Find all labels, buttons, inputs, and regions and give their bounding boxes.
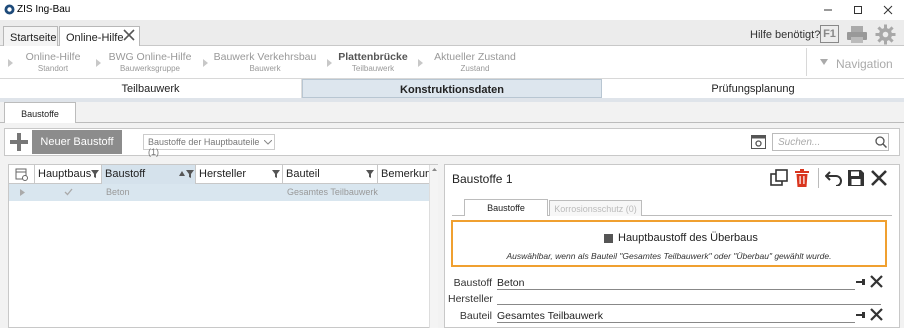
column-label: Hersteller bbox=[199, 168, 247, 180]
column-label: Hauptbaus bbox=[38, 168, 92, 180]
filter-select[interactable]: Baustoffe der Hauptbauteile (1) bbox=[143, 134, 275, 157]
filter-icon[interactable] bbox=[272, 170, 280, 178]
close-tab-icon[interactable] bbox=[123, 29, 135, 41]
clear-icon[interactable] bbox=[870, 275, 883, 288]
breadcrumb-sub: Bauwerksgruppe bbox=[119, 64, 181, 73]
breadcrumb-item-zustand[interactable]: Aktueller Zustand Zustand bbox=[428, 51, 522, 73]
column-header-hersteller[interactable]: Hersteller bbox=[196, 165, 283, 184]
tab-label: Online-Hilfe bbox=[66, 32, 124, 44]
subtab-baustoffe[interactable]: Baustoffe bbox=[4, 102, 76, 123]
hersteller-field[interactable] bbox=[497, 290, 881, 305]
field-label-bauteil: Bauteil bbox=[459, 310, 492, 322]
detail-title: Baustoffe 1 bbox=[452, 172, 513, 186]
print-icon[interactable] bbox=[846, 25, 868, 44]
new-material-button[interactable]: Neuer Baustoff bbox=[32, 130, 122, 154]
breadcrumb-item-standort[interactable]: Online-Hilfe Standort bbox=[18, 51, 88, 73]
breadcrumb-sub: Bauwerk bbox=[249, 64, 281, 73]
unlink-icon[interactable] bbox=[856, 277, 866, 287]
bauteil-field[interactable]: Gesamtes Teilbauwerk bbox=[497, 308, 855, 323]
grid-scrollbar[interactable] bbox=[429, 165, 438, 328]
copy-icon[interactable] bbox=[770, 169, 788, 187]
divider bbox=[0, 122, 904, 123]
baustoff-field[interactable]: Beton bbox=[497, 275, 855, 290]
divider bbox=[806, 48, 807, 76]
detail-tab-baustoffe[interactable]: Baustoffe bbox=[464, 199, 548, 216]
cell-baustoff: Beton bbox=[106, 187, 130, 197]
section-tab-konstruktionsdaten[interactable]: Konstruktionsdaten bbox=[302, 79, 602, 98]
calendar-settings-icon[interactable] bbox=[751, 134, 766, 149]
breadcrumb-arrow-icon bbox=[203, 59, 208, 67]
close-icon[interactable] bbox=[871, 170, 887, 186]
filter-icon[interactable] bbox=[186, 170, 194, 178]
checkbox-hint: Auswählbar, wenn als Bauteil "Gesamtes T… bbox=[506, 251, 832, 261]
checkmark-icon bbox=[64, 188, 73, 196]
unlink-icon[interactable] bbox=[856, 310, 866, 320]
save-icon[interactable] bbox=[848, 170, 864, 186]
breadcrumb-title: Plattenbrücke bbox=[338, 51, 408, 63]
breadcrumb-title: Bauwerk Verkehrsbau bbox=[213, 51, 317, 63]
maximize-button[interactable] bbox=[850, 2, 866, 18]
column-label: Baustoff bbox=[105, 168, 146, 180]
help-text: Hilfe benötigt? bbox=[750, 29, 821, 41]
clear-icon[interactable] bbox=[870, 308, 883, 321]
chevron-down-icon bbox=[264, 140, 272, 145]
breadcrumb-arrow-icon bbox=[418, 59, 423, 67]
section-tab-pruefungsplanung[interactable]: Prüfungsplanung bbox=[602, 79, 904, 98]
breadcrumb-arrow-icon bbox=[8, 59, 13, 67]
f1-help-button[interactable]: F1 bbox=[820, 25, 839, 43]
f1-label: F1 bbox=[823, 28, 836, 40]
column-label: Bemerkung bbox=[381, 168, 429, 180]
subtab-band bbox=[0, 98, 904, 102]
breadcrumb-sub: Standort bbox=[37, 64, 69, 73]
search-placeholder: Suchen... bbox=[778, 137, 821, 148]
breadcrumb-item-bauwerksgruppe[interactable]: BWG Online-Hilfe Bauwerksgruppe bbox=[106, 51, 194, 73]
field-label-hersteller: Hersteller bbox=[448, 293, 493, 305]
main-material-checkbox[interactable] bbox=[604, 234, 613, 243]
tab-label: Startseite bbox=[10, 32, 57, 44]
breadcrumb-sub: Zustand bbox=[460, 64, 490, 73]
filter-icon[interactable] bbox=[91, 170, 99, 178]
row-expand-icon[interactable] bbox=[20, 189, 25, 196]
section-tab-label: Konstruktionsdaten bbox=[400, 84, 504, 96]
settings-gear-icon[interactable] bbox=[875, 24, 896, 45]
field-label-baustoff: Baustoff bbox=[453, 277, 492, 289]
section-tab-teilbauwerk[interactable]: Teilbauwerk bbox=[0, 79, 302, 98]
column-header-bemerkung[interactable]: Bemerkung bbox=[378, 165, 429, 184]
close-window-button[interactable] bbox=[880, 2, 896, 18]
title-bar bbox=[0, 0, 904, 20]
delete-icon[interactable] bbox=[794, 169, 810, 187]
minimize-button[interactable] bbox=[820, 2, 836, 18]
tab-startseite[interactable]: Startseite bbox=[3, 26, 58, 46]
navigation-dropdown-icon bbox=[820, 59, 828, 65]
breadcrumb-title: Aktueller Zustand bbox=[434, 51, 516, 63]
breadcrumb-arrow-icon bbox=[327, 59, 332, 67]
divider bbox=[818, 168, 819, 188]
breadcrumb-item-bauwerk[interactable]: Bauwerk Verkehrsbau Bauwerk bbox=[213, 51, 317, 73]
cell-bauteil: Gesamtes Teilbauwerk bbox=[287, 187, 378, 197]
checkbox-label: Hauptbaustoff des Überbaus bbox=[618, 232, 758, 244]
breadcrumb-item-teilbauwerk[interactable]: Plattenbrücke Teilbauwerk bbox=[337, 51, 409, 73]
app-logo-icon bbox=[4, 4, 15, 15]
breadcrumb-title: BWG Online-Hilfe bbox=[108, 51, 192, 63]
search-input[interactable]: Suchen... bbox=[772, 133, 889, 151]
section-tab-label: Prüfungsplanung bbox=[711, 83, 795, 95]
breadcrumb-title: Online-Hilfe bbox=[25, 51, 81, 63]
section-tab-label: Teilbauwerk bbox=[121, 83, 180, 95]
filter-icon[interactable] bbox=[366, 170, 374, 178]
column-chooser-button[interactable] bbox=[9, 165, 35, 184]
undo-icon[interactable] bbox=[825, 170, 843, 186]
search-icon[interactable] bbox=[875, 136, 887, 148]
add-icon[interactable] bbox=[9, 132, 29, 152]
column-label: Bauteil bbox=[286, 168, 320, 180]
breadcrumb-sub: Teilbauwerk bbox=[351, 64, 395, 73]
navigation-button[interactable]: Navigation bbox=[836, 57, 893, 71]
app-title: ZIS Ing-Bau bbox=[17, 4, 71, 15]
breadcrumb-arrow-icon bbox=[96, 59, 101, 67]
column-header-bauteil[interactable]: Bauteil bbox=[283, 165, 378, 184]
detail-tab-korrosionsschutz[interactable]: Korrosionsschutz (0) bbox=[549, 200, 642, 216]
sort-ascending-icon bbox=[179, 171, 185, 176]
